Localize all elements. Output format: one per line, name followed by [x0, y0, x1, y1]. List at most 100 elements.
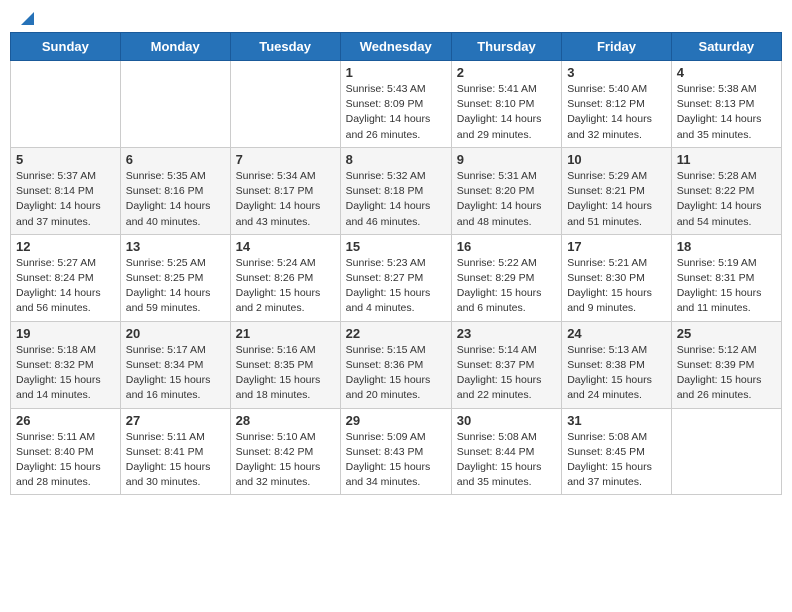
sunrise-text: Sunrise: 5:08 AM: [567, 431, 647, 443]
sunrise-text: Sunrise: 5:14 AM: [457, 344, 537, 356]
sunrise-text: Sunrise: 5:16 AM: [236, 344, 316, 356]
day-content: Sunrise: 5:18 AMSunset: 8:32 PMDaylight:…: [16, 343, 115, 404]
sunset-text: Sunset: 8:25 PM: [126, 272, 204, 284]
sunset-text: Sunset: 8:21 PM: [567, 185, 645, 197]
sunset-text: Sunset: 8:20 PM: [457, 185, 535, 197]
day-content: Sunrise: 5:38 AMSunset: 8:13 PMDaylight:…: [677, 82, 776, 143]
day-content: Sunrise: 5:09 AMSunset: 8:43 PMDaylight:…: [346, 430, 446, 491]
daylight-continuation: and 46 minutes.: [346, 216, 421, 228]
daylight-text: Daylight: 15 hours: [236, 287, 321, 299]
day-content: Sunrise: 5:08 AMSunset: 8:45 PMDaylight:…: [567, 430, 666, 491]
calendar-cell: 25Sunrise: 5:12 AMSunset: 8:39 PMDayligh…: [671, 321, 781, 408]
calendar-cell: 30Sunrise: 5:08 AMSunset: 8:44 PMDayligh…: [451, 408, 561, 495]
daylight-text: Daylight: 14 hours: [16, 287, 101, 299]
daylight-text: Daylight: 14 hours: [567, 200, 652, 212]
sunrise-text: Sunrise: 5:21 AM: [567, 257, 647, 269]
sunset-text: Sunset: 8:12 PM: [567, 98, 645, 110]
weekday-header-row: SundayMondayTuesdayWednesdayThursdayFrid…: [11, 33, 782, 61]
sunrise-text: Sunrise: 5:17 AM: [126, 344, 206, 356]
calendar-cell: 24Sunrise: 5:13 AMSunset: 8:38 PMDayligh…: [562, 321, 672, 408]
day-content: Sunrise: 5:11 AMSunset: 8:40 PMDaylight:…: [16, 430, 115, 491]
day-number: 18: [677, 239, 776, 254]
sunset-text: Sunset: 8:16 PM: [126, 185, 204, 197]
daylight-text: Daylight: 15 hours: [236, 461, 321, 473]
day-content: Sunrise: 5:14 AMSunset: 8:37 PMDaylight:…: [457, 343, 556, 404]
day-content: Sunrise: 5:28 AMSunset: 8:22 PMDaylight:…: [677, 169, 776, 230]
day-content: Sunrise: 5:21 AMSunset: 8:30 PMDaylight:…: [567, 256, 666, 317]
day-number: 27: [126, 413, 225, 428]
daylight-continuation: and 48 minutes.: [457, 216, 532, 228]
daylight-text: Daylight: 15 hours: [346, 287, 431, 299]
daylight-text: Daylight: 14 hours: [126, 287, 211, 299]
weekday-header-wednesday: Wednesday: [340, 33, 451, 61]
calendar-cell: [11, 61, 121, 148]
day-content: Sunrise: 5:11 AMSunset: 8:41 PMDaylight:…: [126, 430, 225, 491]
daylight-continuation: and 14 minutes.: [16, 389, 91, 401]
day-number: 20: [126, 326, 225, 341]
day-content: Sunrise: 5:34 AMSunset: 8:17 PMDaylight:…: [236, 169, 335, 230]
daylight-text: Daylight: 14 hours: [346, 200, 431, 212]
page-header: [10, 10, 782, 24]
calendar-week-5: 26 Sunrise: 5:11 AMSunset: 8:40 PMDayligh…: [11, 408, 782, 495]
weekday-header-sunday: Sunday: [11, 33, 121, 61]
daylight-continuation: and 26 minutes.: [677, 389, 752, 401]
daylight-text: Daylight: 15 hours: [677, 287, 762, 299]
day-number: 19: [16, 326, 115, 341]
day-content: Sunrise: 5:25 AM Sunset: 8:25 PM Daylight:…: [126, 256, 225, 317]
day-number: 6: [126, 152, 225, 167]
day-number: 4: [677, 65, 776, 80]
sunset-text: Sunset: 8:27 PM: [346, 272, 424, 284]
daylight-text: Daylight: 15 hours: [346, 461, 431, 473]
daylight-continuation: and 40 minutes.: [126, 216, 201, 228]
daylight-continuation: and 6 minutes.: [457, 302, 526, 314]
calendar-cell: 20 Sunrise: 5:17 AMSunset: 8:34 PMDayligh…: [120, 321, 230, 408]
day-content: Sunrise: 5:31 AMSunset: 8:20 PMDaylight:…: [457, 169, 556, 230]
logo: [14, 10, 34, 24]
day-number: 30: [457, 413, 556, 428]
sunrise-text: Sunrise: 5:25 AM: [126, 257, 206, 269]
daylight-text: Daylight: 14 hours: [346, 113, 431, 125]
sunset-text: Sunset: 8:29 PM: [457, 272, 535, 284]
sunrise-text: Sunrise: 5:18 AM: [16, 344, 96, 356]
calendar-cell: 16Sunrise: 5:22 AMSunset: 8:29 PMDayligh…: [451, 234, 561, 321]
daylight-text: Daylight: 15 hours: [567, 374, 652, 386]
calendar-cell: 10Sunrise: 5:29 AMSunset: 8:21 PMDayligh…: [562, 147, 672, 234]
sunset-text: Sunset: 8:14 PM: [16, 185, 94, 197]
daylight-continuation: and 24 minutes.: [567, 389, 642, 401]
daylight-text: Daylight: 15 hours: [126, 461, 211, 473]
calendar-cell: 26 Sunrise: 5:11 AMSunset: 8:40 PMDayligh…: [11, 408, 121, 495]
sunrise-text: Sunrise: 5:22 AM: [457, 257, 537, 269]
daylight-text: Daylight: 14 hours: [677, 200, 762, 212]
sunset-text: Sunset: 8:24 PM: [16, 272, 94, 284]
sunset-text: Sunset: 8:31 PM: [677, 272, 755, 284]
day-number: 21: [236, 326, 335, 341]
daylight-text: Daylight: 14 hours: [457, 113, 542, 125]
calendar-week-3: 12Sunrise: 5:27 AMSunset: 8:24 PMDayligh…: [11, 234, 782, 321]
calendar-cell: 6Sunrise: 5:35 AMSunset: 8:16 PMDaylight…: [120, 147, 230, 234]
sunset-text: Sunset: 8:36 PM: [346, 359, 424, 371]
sunset-text: Sunset: 8:26 PM: [236, 272, 314, 284]
daylight-text: Daylight: 15 hours: [346, 374, 431, 386]
sunrise-text: Sunrise: 5:09 AM: [346, 431, 426, 443]
calendar-cell: 28Sunrise: 5:10 AMSunset: 8:42 PMDayligh…: [230, 408, 340, 495]
day-content: Sunrise: 5:17 AMSunset: 8:34 PMDaylight:…: [126, 343, 225, 404]
calendar-cell: 19 Sunrise: 5:18 AMSunset: 8:32 PMDayligh…: [11, 321, 121, 408]
sunset-text: Sunset: 8:44 PM: [457, 446, 535, 458]
day-number: 29: [346, 413, 446, 428]
day-content: Sunrise: 5:13 AMSunset: 8:38 PMDaylight:…: [567, 343, 666, 404]
sunset-text: Sunset: 8:13 PM: [677, 98, 755, 110]
daylight-continuation: and 29 minutes.: [457, 129, 532, 141]
day-number: 15: [346, 239, 446, 254]
sunrise-text: Sunrise: 5:13 AM: [567, 344, 647, 356]
daylight-continuation: and 51 minutes.: [567, 216, 642, 228]
day-number: 26: [16, 413, 115, 428]
day-number: 5: [16, 152, 115, 167]
day-number: 10: [567, 152, 666, 167]
day-number: 31: [567, 413, 666, 428]
sunrise-text: Sunrise: 5:32 AM: [346, 170, 426, 182]
sunset-text: Sunset: 8:40 PM: [16, 446, 94, 458]
daylight-text: Daylight: 14 hours: [16, 200, 101, 212]
day-content: Sunrise: 5:23 AMSunset: 8:27 PMDaylight:…: [346, 256, 446, 317]
weekday-header-friday: Friday: [562, 33, 672, 61]
day-number: 9: [457, 152, 556, 167]
